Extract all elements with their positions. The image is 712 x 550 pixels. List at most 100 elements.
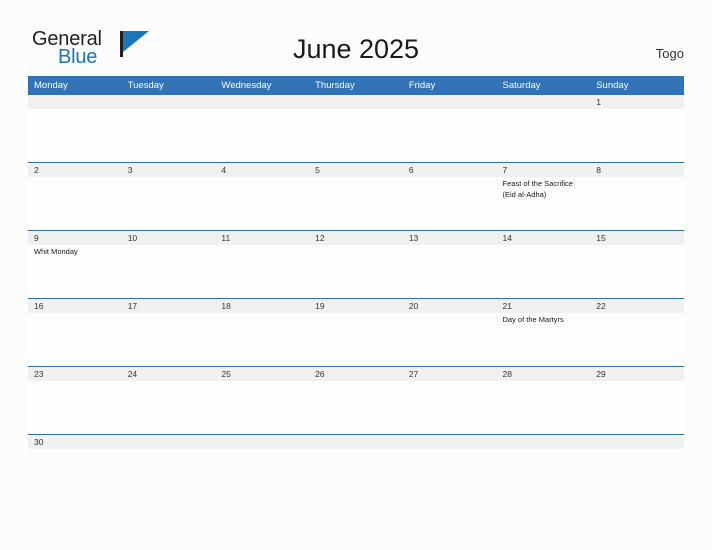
calendar-week-row: 9 10 11 12 13 14 15 Whit Monday xyxy=(28,231,684,299)
date-number[interactable]: 7 xyxy=(497,163,591,177)
calendar-week-row: 30 xyxy=(28,435,684,449)
week-date-band: 1 xyxy=(28,95,684,109)
day-header-saturday: Saturday xyxy=(502,80,541,91)
day-event-text xyxy=(590,381,684,434)
day-event-text xyxy=(215,313,309,366)
week-date-band: 2 3 4 5 6 7 8 xyxy=(28,163,684,177)
date-number[interactable]: 11 xyxy=(215,231,309,245)
date-number[interactable] xyxy=(215,435,309,449)
day-event-text xyxy=(309,381,403,434)
date-number[interactable] xyxy=(309,435,403,449)
date-number[interactable]: 30 xyxy=(28,435,122,449)
date-number[interactable]: 15 xyxy=(590,231,684,245)
date-number[interactable]: 19 xyxy=(309,299,403,313)
day-header-tuesday: Tuesday xyxy=(127,80,164,91)
date-number[interactable] xyxy=(497,95,591,109)
date-number[interactable]: 29 xyxy=(590,367,684,381)
day-event-text: Feast of the Sacrifice (Eid al-Adha) xyxy=(502,179,573,199)
day-event-text xyxy=(28,109,122,162)
week-event-band: Whit Monday xyxy=(28,245,684,298)
day-event-text xyxy=(122,177,216,230)
day-header-wednesday: Wednesday xyxy=(221,80,272,91)
day-event-text xyxy=(590,245,684,298)
date-number[interactable]: 20 xyxy=(403,299,497,313)
date-number[interactable]: 13 xyxy=(403,231,497,245)
day-event-text xyxy=(215,381,309,434)
day-event-text xyxy=(122,313,216,366)
day-header-friday: Friday xyxy=(408,80,436,91)
day-event-text xyxy=(403,381,497,434)
date-number[interactable] xyxy=(309,95,403,109)
calendar-page: General Blue June 2025 Togo Monday Tuesd… xyxy=(0,0,712,550)
day-event-text xyxy=(309,313,403,366)
day-event-text xyxy=(309,245,403,298)
date-number[interactable]: 1 xyxy=(590,95,684,109)
calendar-week-row: 23 24 25 26 27 28 29 xyxy=(28,367,684,435)
country-label: Togo xyxy=(655,46,684,61)
date-number[interactable]: 23 xyxy=(28,367,122,381)
date-number[interactable]: 28 xyxy=(497,367,591,381)
day-event-text xyxy=(215,177,309,230)
day-header-thursday: Thursday xyxy=(315,80,355,91)
date-number[interactable]: 16 xyxy=(28,299,122,313)
date-number[interactable]: 25 xyxy=(215,367,309,381)
date-number[interactable]: 2 xyxy=(28,163,122,177)
date-number[interactable]: 8 xyxy=(590,163,684,177)
day-event-text xyxy=(28,381,122,434)
calendar-week-row: 2 3 4 5 6 7 8 Feast of the Sacrifice (Ei… xyxy=(28,163,684,231)
date-number[interactable] xyxy=(403,95,497,109)
page-title: June 2025 xyxy=(292,34,420,64)
day-event-text xyxy=(215,245,309,298)
day-event-text xyxy=(403,245,497,298)
date-number[interactable]: 17 xyxy=(122,299,216,313)
date-number[interactable]: 9 xyxy=(28,231,122,245)
day-event-text xyxy=(309,177,403,230)
week-event-band: Feast of the Sacrifice (Eid al-Adha) xyxy=(28,177,684,230)
day-event-text xyxy=(403,109,497,162)
date-number[interactable]: 12 xyxy=(309,231,403,245)
date-number[interactable] xyxy=(28,95,122,109)
date-number[interactable] xyxy=(215,95,309,109)
calendar-week-row: 16 17 18 19 20 21 22 Day of the Martyrs xyxy=(28,299,684,367)
date-number[interactable]: 21 xyxy=(497,299,591,313)
week-date-band: 30 xyxy=(28,435,684,449)
day-event-text xyxy=(590,109,684,162)
date-number[interactable]: 5 xyxy=(309,163,403,177)
date-number[interactable]: 4 xyxy=(215,163,309,177)
date-number[interactable]: 22 xyxy=(590,299,684,313)
week-event-band xyxy=(28,381,684,434)
week-event-band: Day of the Martyrs xyxy=(28,313,684,366)
date-number[interactable]: 27 xyxy=(403,367,497,381)
date-number[interactable] xyxy=(497,435,591,449)
day-event-text xyxy=(215,109,309,162)
day-of-week-header-row: Monday Tuesday Wednesday Thursday Friday… xyxy=(28,76,684,95)
date-number[interactable] xyxy=(403,435,497,449)
day-event-text xyxy=(28,177,122,230)
date-number[interactable]: 10 xyxy=(122,231,216,245)
date-number[interactable]: 24 xyxy=(122,367,216,381)
date-number[interactable]: 3 xyxy=(122,163,216,177)
day-header-monday: Monday xyxy=(34,80,68,91)
day-event-text xyxy=(122,109,216,162)
week-date-band: 23 24 25 26 27 28 29 xyxy=(28,367,684,381)
date-number[interactable] xyxy=(590,435,684,449)
date-number[interactable] xyxy=(122,95,216,109)
week-date-band: 16 17 18 19 20 21 22 xyxy=(28,299,684,313)
day-event-text xyxy=(28,313,122,366)
day-header-sunday: Sunday xyxy=(596,80,629,91)
week-date-band: 9 10 11 12 13 14 15 xyxy=(28,231,684,245)
page-header: General Blue June 2025 Togo xyxy=(0,0,712,76)
day-event-text xyxy=(590,313,684,366)
date-number[interactable]: 6 xyxy=(403,163,497,177)
day-event-text xyxy=(309,109,403,162)
date-number[interactable]: 26 xyxy=(309,367,403,381)
date-number[interactable] xyxy=(122,435,216,449)
day-event-text xyxy=(122,381,216,434)
day-event-text xyxy=(497,381,591,434)
day-event-text xyxy=(497,109,591,162)
date-number[interactable]: 18 xyxy=(215,299,309,313)
day-event-text xyxy=(497,245,591,298)
day-event-text: Day of the Martyrs xyxy=(502,315,564,324)
day-event-text xyxy=(590,177,684,230)
date-number[interactable]: 14 xyxy=(497,231,591,245)
